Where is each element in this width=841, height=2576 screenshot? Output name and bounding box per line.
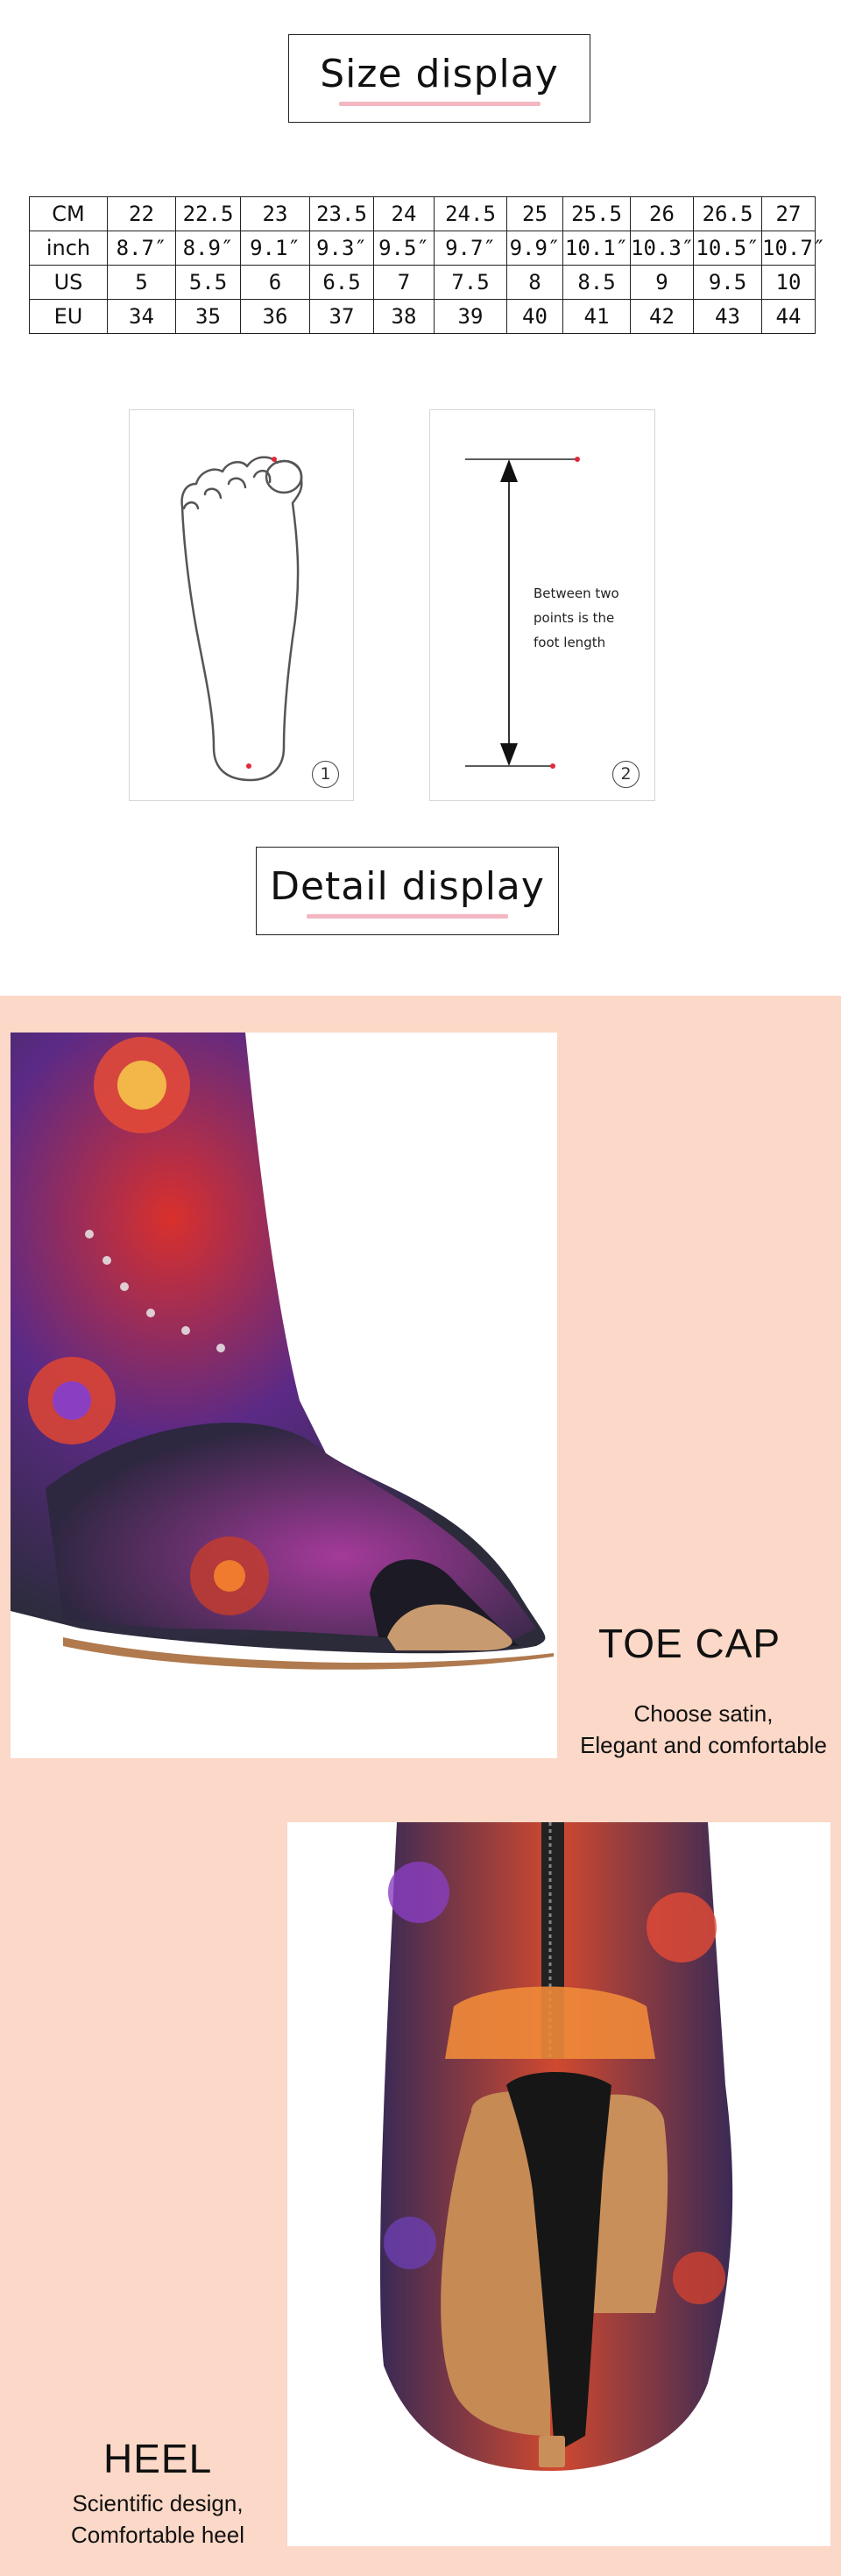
size-cell: 8.5: [562, 265, 631, 300]
size-cell: 10.5″: [693, 231, 762, 266]
size-cell: 7: [373, 265, 435, 300]
size-cell: 10.1″: [562, 231, 631, 266]
detail-display-title: Detail display: [270, 863, 545, 909]
size-cell: 7.5: [434, 265, 507, 300]
size-row-label: US: [29, 265, 108, 300]
size-cell: 10.7″: [761, 231, 825, 266]
foot-length-panel: Between two points is the foot length 2: [429, 409, 655, 801]
size-cell: 5: [107, 265, 176, 300]
size-cell: 37: [309, 299, 374, 334]
size-cell: 8.7″: [107, 231, 176, 266]
size-cell: 9.9″: [506, 231, 563, 266]
foot-outline-illustration: [180, 456, 303, 782]
size-cell: 42: [630, 299, 694, 334]
size-cell: 24.5: [434, 196, 507, 231]
size-row-label: CM: [29, 196, 108, 231]
toe-cap-desc-line2: Elegant and comfortable: [580, 1732, 827, 1758]
size-cell: 34: [107, 299, 176, 334]
heel-photo: [287, 1822, 830, 2546]
size-cell: 10: [761, 265, 816, 300]
size-row-eu: EU 34 35 36 37 38 39 40 41 42 43 44: [29, 299, 816, 334]
size-row-inch: inch 8.7″ 8.9″ 9.1″ 9.3″ 9.5″ 9.7″ 9.9″ 10.1″ 10.…: [29, 231, 825, 266]
size-cell: 9.5″: [373, 231, 435, 266]
size-cell: 9.1″: [240, 231, 310, 266]
size-cell: 26: [630, 196, 694, 231]
toe-cap-photo: [11, 1033, 557, 1758]
panel-number-2: 2: [612, 761, 640, 788]
size-row-us: US 5 5.5 6 6.5 7 7.5 8 8.5 9 9.5 10: [29, 265, 816, 300]
title-underline: [338, 101, 541, 106]
size-display-title: Size display: [320, 51, 559, 96]
size-row-label: EU: [29, 299, 108, 334]
size-cell: 39: [434, 299, 507, 334]
panel-number-1: 1: [312, 761, 339, 788]
foot-length-note: Between two points is the foot length: [534, 585, 619, 650]
toe-cap-description: Choose satin, Elegant and comfortable: [565, 1698, 841, 1761]
toe-cap-desc-line1: Choose satin,: [633, 1700, 774, 1727]
toe-cap-boot-image: [11, 1033, 554, 1670]
size-cell: 8: [506, 265, 563, 300]
size-cell: 9.7″: [434, 231, 507, 266]
size-chart-table: CM 22 22.5 23 23.5 24 24.5 25 25.5 26 26.5 27 inch 8.…: [29, 196, 825, 334]
heel-desc-line1: Scientific design,: [72, 2490, 244, 2516]
size-cell: 36: [240, 299, 310, 334]
size-cell: 26.5: [693, 196, 762, 231]
size-cell: 9.3″: [309, 231, 374, 266]
foot-outline-panel: 1: [129, 409, 354, 801]
heel-desc-line2: Comfortable heel: [71, 2522, 244, 2548]
size-cell: 22: [107, 196, 176, 231]
size-cell: 41: [562, 299, 631, 334]
heel-description: Scientific design, Comfortable heel: [37, 2487, 279, 2551]
size-cell: 9: [630, 265, 694, 300]
size-cell: 44: [761, 299, 816, 334]
size-cell: 35: [175, 299, 241, 334]
heel-boot-image: [379, 1822, 733, 2471]
size-cell: 23.5: [309, 196, 374, 231]
size-cell: 25: [506, 196, 563, 231]
size-cell: 22.5: [175, 196, 241, 231]
heel-title: HEEL: [103, 2436, 213, 2481]
size-cell: 43: [693, 299, 762, 334]
size-cell: 38: [373, 299, 435, 334]
size-cell: 6: [240, 265, 310, 300]
size-row-cm: CM 22 22.5 23 23.5 24 24.5 25 25.5 26 26.5 27: [29, 196, 816, 231]
size-cell: 25.5: [562, 196, 631, 231]
toe-cap-title: TOE CAP: [598, 1621, 781, 1666]
size-cell: 24: [373, 196, 435, 231]
size-cell: 6.5: [309, 265, 374, 300]
title-underline: [307, 913, 508, 919]
detail-display-heading: Detail display: [256, 847, 559, 935]
size-cell: 8.9″: [175, 231, 241, 266]
size-cell: 40: [506, 299, 563, 334]
size-cell: 10.3″: [630, 231, 694, 266]
size-cell: 23: [240, 196, 310, 231]
size-display-heading: Size display: [288, 34, 590, 123]
size-cell: 9.5: [693, 265, 762, 300]
size-cell: 27: [761, 196, 816, 231]
size-row-label: inch: [29, 231, 108, 266]
size-cell: 5.5: [175, 265, 241, 300]
